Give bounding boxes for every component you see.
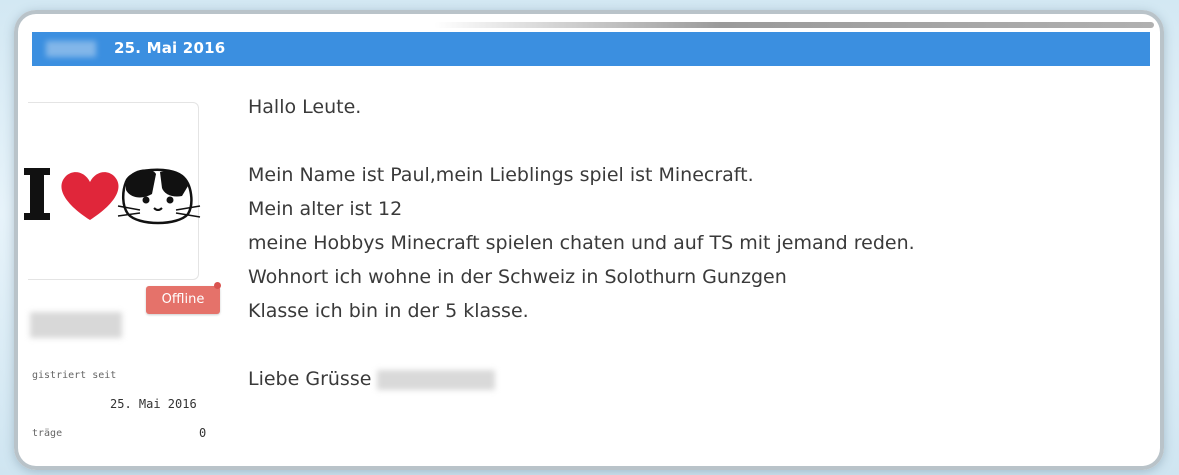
- post-greeting: Hallo Leute.: [248, 96, 362, 118]
- letter-i-icon: [30, 170, 44, 218]
- status-badge: Offline: [146, 286, 220, 314]
- post-date: 25. Mai 2016: [114, 39, 226, 57]
- blurred-signature: [377, 369, 496, 390]
- i-love-guinea-pig-avatar[interactable]: [22, 160, 212, 240]
- post-line-class: Klasse ich bin in der 5 klasse.: [248, 300, 529, 322]
- post-closing-line: Liebe Grüsse: [248, 362, 1128, 396]
- registered-date: 25. Mai 2016: [110, 397, 197, 411]
- post-body: Hallo Leute. Mein Name ist Paul,mein Lie…: [248, 90, 1128, 396]
- post-closing: Liebe Grüsse: [248, 368, 372, 390]
- status-dot: [214, 282, 221, 289]
- forum-post-frame: 25. Mai 2016 Offline gistriert seit 25. …: [14, 10, 1164, 470]
- top-edge-shadow: [434, 22, 1154, 28]
- post-header-bar: 25. Mai 2016: [32, 32, 1150, 66]
- post-line-name: Mein Name ist Paul,mein Lieblings spiel …: [248, 164, 754, 186]
- blurred-header-text: [46, 41, 96, 57]
- post-line-hobbies: meine Hobbys Minecraft spielen chaten un…: [248, 232, 915, 254]
- post-line-residence: Wohnort ich wohne in der Schweiz in Solo…: [248, 266, 787, 288]
- post-line-age: Mein alter ist 12: [248, 198, 403, 220]
- registered-label: gistriert seit: [32, 370, 117, 381]
- blurred-username[interactable]: [30, 312, 122, 338]
- posts-label: träge: [32, 428, 63, 439]
- heart-icon: [61, 172, 119, 220]
- posts-count: 0: [199, 426, 207, 440]
- guinea-pig-icon: [117, 168, 201, 225]
